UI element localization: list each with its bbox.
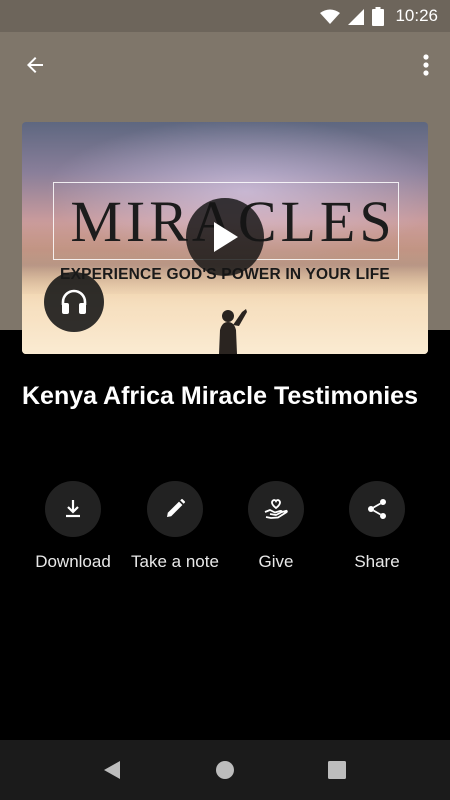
give-label: Give: [258, 552, 294, 571]
arrow-left-icon: [27, 57, 43, 73]
triangle-back-icon: [104, 761, 120, 779]
download-icon: [66, 500, 80, 518]
give-action[interactable]: Give: [221, 481, 331, 572]
share-icon: [368, 499, 386, 519]
share-button[interactable]: [349, 481, 405, 537]
more-vertical-icon: [423, 54, 429, 76]
nav-recents-button[interactable]: [325, 758, 349, 782]
system-navigation-bar: [0, 740, 450, 800]
play-icon: [214, 222, 238, 252]
nav-home-button[interactable]: [213, 758, 237, 782]
battery-icon: [372, 7, 384, 26]
share-action[interactable]: Share: [322, 481, 432, 572]
download-action[interactable]: Download: [18, 481, 128, 572]
share-label: Share: [354, 552, 400, 571]
person-silhouette: [219, 309, 247, 354]
take-note-label: Take a note: [131, 552, 219, 571]
download-button[interactable]: [45, 481, 101, 537]
headphones-icon: [61, 289, 87, 314]
hand-heart-icon: [264, 499, 288, 519]
status-icons: [320, 7, 384, 26]
status-bar: 10:26: [0, 0, 450, 32]
download-label: Download: [35, 552, 111, 571]
square-recents-icon: [328, 761, 346, 779]
action-row: Download Take a note Give Share: [0, 481, 450, 581]
wifi-icon: [320, 9, 340, 24]
back-button[interactable]: [18, 50, 52, 80]
nav-back-button[interactable]: [100, 758, 124, 782]
give-button[interactable]: [248, 481, 304, 537]
media-title: Kenya Africa Miracle Testimonies: [22, 382, 418, 410]
take-note-action[interactable]: Take a note: [120, 481, 230, 572]
audio-button[interactable]: [44, 272, 104, 332]
circle-home-icon: [216, 761, 234, 779]
cell-signal-icon: [348, 8, 364, 25]
pencil-icon: [167, 498, 186, 517]
status-time: 10:26: [395, 6, 438, 25]
play-button[interactable]: [186, 198, 264, 276]
more-options-button[interactable]: [416, 50, 436, 80]
take-note-button[interactable]: [147, 481, 203, 537]
